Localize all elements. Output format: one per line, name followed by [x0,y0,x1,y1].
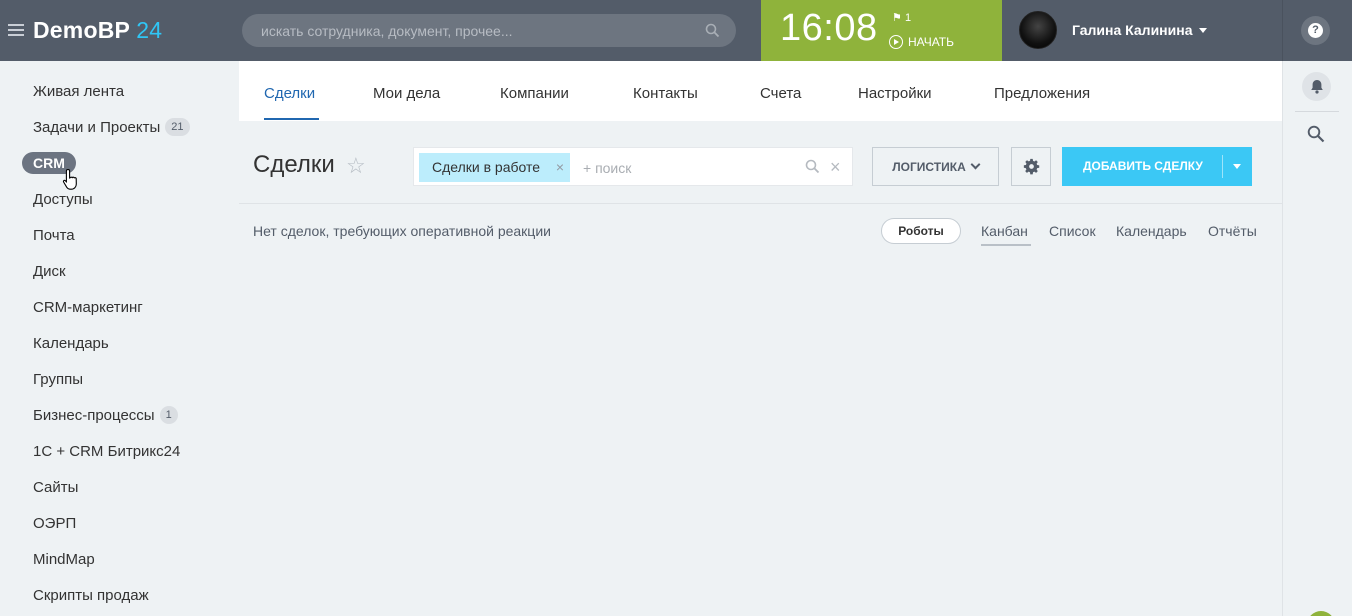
search-icon[interactable] [1307,125,1325,143]
sidebar-item-bizproc[interactable]: Бизнес-процессы 1 [33,405,178,425]
dropdown-arrow-icon[interactable] [1233,164,1241,169]
active-view-indicator [981,244,1031,246]
tab-my-activities[interactable]: Мои дела [373,85,440,102]
question-icon: ? [1308,23,1323,38]
hand-cursor-icon [62,168,77,190]
sidebar-item-access[interactable]: Доступы [33,189,93,209]
sidebar-item-oerp[interactable]: ОЭРП [33,513,76,533]
top-header: DemoBP 24 16:08 ⚑ 1 НАЧАТЬ Галина Калини… [0,0,1352,61]
avatar[interactable] [1019,11,1057,49]
tab-deals[interactable]: Сделки [264,85,315,102]
menu-icon[interactable] [8,24,24,36]
counter-badge: 1 [159,406,178,424]
user-menu[interactable]: Галина Калинина [1019,11,1208,49]
flag-counter[interactable]: ⚑ 1 [892,11,911,24]
robots-button[interactable]: Роботы [881,218,961,244]
view-kanban[interactable]: Канбан [981,223,1028,239]
clear-filter-icon[interactable]: × [830,157,841,178]
clock-time: 16:08 [780,7,878,49]
add-deal-button[interactable]: ДОБАВИТЬ СДЕЛКУ [1062,147,1252,186]
filter-chip[interactable]: Сделки в работе × [419,153,571,182]
category-dropdown-button[interactable]: ЛОГИСТИКА [872,147,999,186]
tab-invoices[interactable]: Счета [760,85,801,102]
play-icon [889,35,903,49]
start-workday-button[interactable]: НАЧАТЬ [889,35,954,49]
view-calendar[interactable]: Календарь [1116,223,1187,239]
sidebar-item-feed[interactable]: Живая лента [33,81,124,101]
flag-icon: ⚑ [892,12,902,24]
tab-companies[interactable]: Компании [500,85,569,102]
page-title: Сделки [253,151,335,178]
online-status-button[interactable] [1307,611,1335,616]
global-search[interactable] [242,14,736,47]
right-panel [1282,61,1352,616]
search-icon[interactable] [705,23,720,38]
filter-search-input[interactable] [583,153,793,182]
gear-icon [1023,158,1039,175]
divider [239,203,1282,204]
sidebar-item-tasks[interactable]: Задачи и Проекты 21 [33,117,190,137]
search-input[interactable] [242,14,736,47]
sidebar-item-groups[interactable]: Группы [33,369,83,389]
sidebar-item-calendar[interactable]: Календарь [33,333,109,353]
notifications-button[interactable] [1302,72,1331,101]
active-tab-indicator [264,118,319,120]
tab-settings[interactable]: Настройки [858,85,932,102]
divider [1222,155,1223,178]
settings-button[interactable] [1011,147,1051,186]
chevron-down-icon [970,159,981,170]
sidebar-item-disk[interactable]: Диск [33,261,66,281]
sidebar-item-sites[interactable]: Сайты [33,477,78,497]
tab-contacts[interactable]: Контакты [633,85,698,102]
sidebar-item-scripts[interactable]: Скрипты продаж [33,585,149,605]
help-button[interactable]: ? [1301,16,1330,45]
workday-timer[interactable]: 16:08 ⚑ 1 НАЧАТЬ [761,0,1002,61]
view-reports[interactable]: Отчёты [1208,223,1257,239]
notice-text: Нет сделок, требующих оперативной реакци… [253,223,551,239]
view-list[interactable]: Список [1049,223,1096,239]
user-name[interactable]: Галина Калинина [1072,22,1192,38]
logo[interactable]: DemoBP 24 [33,17,162,44]
divider [1295,111,1339,112]
counter-badge: 21 [165,118,190,136]
search-icon[interactable] [805,159,820,174]
chevron-down-icon[interactable] [1199,27,1208,33]
tab-quotes[interactable]: Предложения [994,85,1090,102]
remove-chip-icon[interactable]: × [556,153,564,182]
sidebar-item-mindmap[interactable]: MindMap [33,549,95,569]
star-icon[interactable]: ☆ [346,153,366,179]
sidebar-item-mail[interactable]: Почта [33,225,75,245]
bell-icon [1310,80,1323,94]
sidebar-item-crm-marketing[interactable]: CRM-маркетинг [33,297,143,317]
sidebar-item-1c[interactable]: 1С + CRM Битрикс24 [33,441,180,461]
filter-bar[interactable]: Сделки в работе × × [413,147,853,186]
